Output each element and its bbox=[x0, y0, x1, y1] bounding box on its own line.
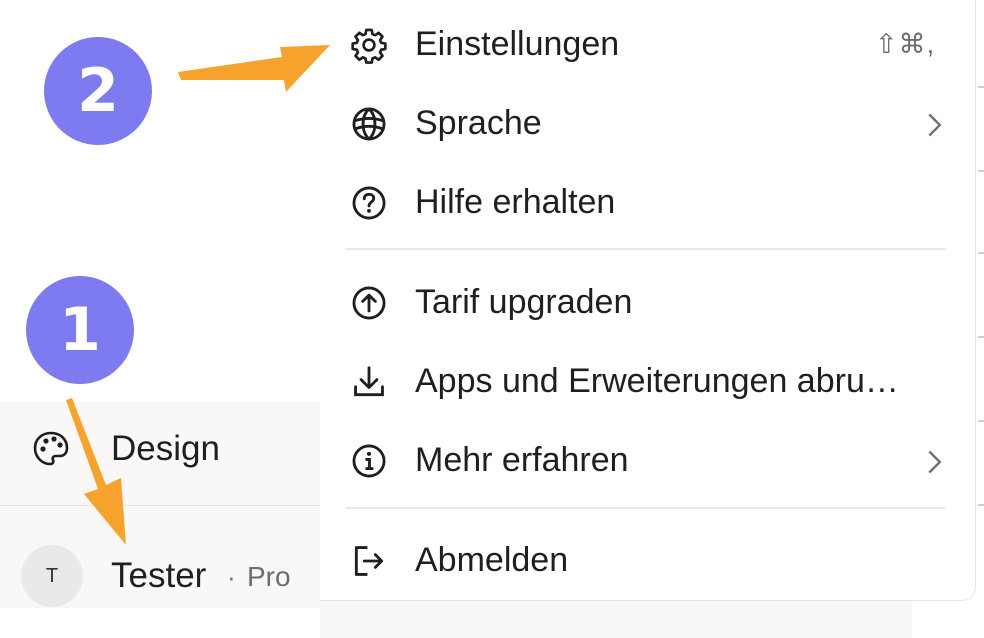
account-button[interactable]: T Tester · Pro bbox=[0, 545, 320, 607]
sidebar-item-design[interactable]: Design bbox=[0, 418, 320, 480]
annotation-badge-1: 1 bbox=[26, 276, 134, 384]
menu-item-logout[interactable]: Abmelden bbox=[320, 524, 975, 594]
user-name: Tester bbox=[111, 556, 207, 595]
chevron-right-icon bbox=[928, 450, 942, 474]
help-circle-icon bbox=[352, 186, 386, 220]
gear-icon bbox=[351, 28, 387, 64]
menu-item-settings[interactable]: Einstellungen ⇧⌘, bbox=[320, 8, 975, 78]
menu-item-language[interactable]: Sprache bbox=[320, 87, 975, 157]
sidebar-divider bbox=[0, 505, 320, 506]
download-icon bbox=[354, 366, 384, 397]
edge-tick bbox=[978, 86, 984, 88]
menu-item-apps-label: Apps und Erweiterungen abru… bbox=[415, 362, 899, 400]
avatar: T bbox=[21, 545, 83, 607]
edge-tick bbox=[978, 420, 984, 422]
menu-item-upgrade-label: Tarif upgraden bbox=[415, 283, 633, 321]
menu-item-apps[interactable]: Apps und Erweiterungen abru… bbox=[320, 345, 975, 415]
arrow-step-2 bbox=[178, 45, 330, 92]
bottom-strip bbox=[320, 600, 912, 638]
edge-tick bbox=[978, 336, 984, 338]
menu-item-logout-label: Abmelden bbox=[415, 541, 569, 579]
menu-item-upgrade[interactable]: Tarif upgraden bbox=[320, 266, 975, 336]
menu-item-learn-more[interactable]: Mehr erfahren bbox=[320, 424, 975, 494]
palette-icon bbox=[33, 431, 69, 466]
menu-divider bbox=[345, 507, 946, 509]
user-separator: · bbox=[227, 562, 236, 592]
edge-tick bbox=[978, 170, 984, 172]
menu-item-learn-more-label: Mehr erfahren bbox=[415, 441, 629, 479]
menu-item-help-label: Hilfe erhalten bbox=[415, 183, 616, 221]
menu-divider bbox=[345, 248, 946, 250]
account-menu: Einstellungen ⇧⌘, Sprache Hilfe erhalten… bbox=[320, 0, 976, 601]
annotation-badge-2: 2 bbox=[44, 37, 152, 145]
globe-icon bbox=[352, 107, 386, 141]
sidebar-item-design-label: Design bbox=[111, 429, 220, 468]
edge-tick bbox=[978, 252, 984, 254]
menu-item-help[interactable]: Hilfe erhalten bbox=[320, 166, 975, 236]
logout-icon bbox=[354, 546, 384, 576]
menu-item-language-label: Sprache bbox=[415, 104, 542, 142]
edge-tick bbox=[978, 504, 984, 506]
chevron-right-icon bbox=[928, 113, 942, 137]
settings-shortcut: ⇧⌘, bbox=[875, 29, 936, 59]
user-plan: Pro bbox=[247, 561, 291, 592]
info-circle-icon bbox=[352, 444, 386, 478]
upgrade-circle-icon bbox=[352, 286, 386, 320]
menu-item-settings-label: Einstellungen bbox=[415, 25, 620, 63]
